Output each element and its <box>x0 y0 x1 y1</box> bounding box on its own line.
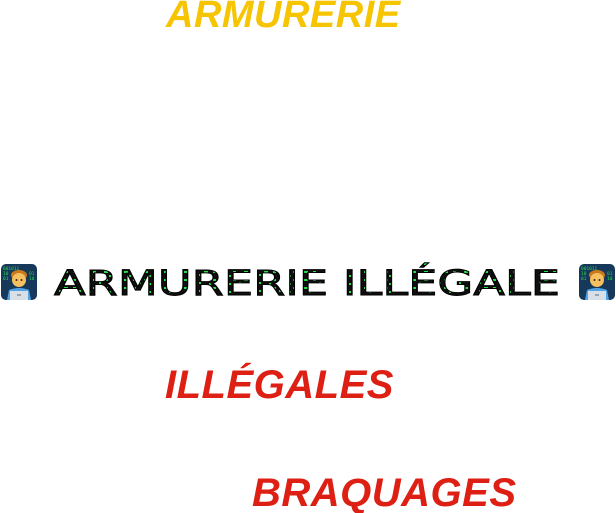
banner-title-text: ARMURERIE ILLÉGALE <box>54 262 560 302</box>
svg-text:01: 01 <box>581 276 587 282</box>
svg-text:01: 01 <box>3 276 9 282</box>
page: ARMURERIE 001011 10 01 01 10 ARMURERIE I… <box>0 0 616 513</box>
technologist-right-icon: 001011 10 01 01 10 <box>579 264 615 300</box>
heading-braquages: BRAQUAGES <box>252 471 517 513</box>
heading-illegales: ILLÉGALES <box>165 363 394 407</box>
banner-armurerie-illegale: 001011 10 01 01 10 ARMURERIE ILLÉGALE 00… <box>0 262 616 302</box>
technologist-left-icon: 001011 10 01 01 10 <box>1 264 37 300</box>
svg-text:10: 10 <box>607 276 613 282</box>
svg-text:10: 10 <box>29 276 35 282</box>
heading-armurerie: ARMURERIE <box>166 0 401 36</box>
banner-title: ARMURERIE ILLÉGALE <box>54 262 561 302</box>
